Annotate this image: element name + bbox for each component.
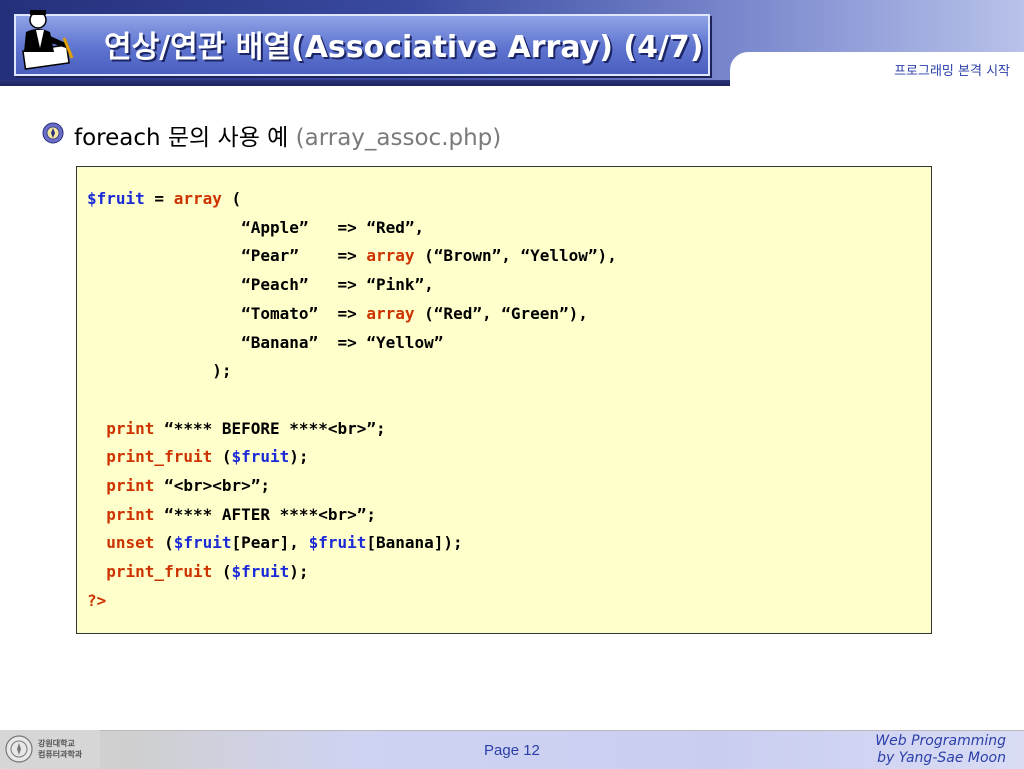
code-keyword: array bbox=[366, 303, 415, 323]
code-text: “Banana” => “Yellow” bbox=[87, 332, 444, 352]
credit-line1: Web Programming bbox=[875, 733, 1006, 749]
code-text: ( bbox=[212, 447, 232, 467]
code-keyword: array bbox=[173, 189, 222, 208]
university-seal-icon bbox=[42, 122, 64, 144]
code-keyword: print bbox=[106, 476, 155, 496]
code-keyword: print_fruit bbox=[106, 447, 213, 467]
code-line: “Apple” => “Red”, bbox=[87, 214, 617, 243]
code-variable: $fruit bbox=[231, 562, 290, 582]
page-title: 연상/연관 배열(Associative Array) (4/7) bbox=[104, 30, 704, 65]
code-text: “Apple” => “Red”, bbox=[87, 217, 425, 237]
header-subtitle: 프로그래밍 본격 시작 bbox=[894, 64, 1010, 79]
code-line: print_fruit ($fruit); bbox=[87, 558, 617, 587]
university-seal-icon bbox=[5, 735, 33, 763]
code-text: [Pear], bbox=[231, 533, 309, 553]
code-keyword: array bbox=[366, 246, 415, 266]
code-keyword: unset bbox=[106, 533, 155, 553]
department-label: 강원대학교 컴퓨터과학과 bbox=[38, 738, 82, 760]
code-keyword: print bbox=[106, 418, 155, 438]
department-line1: 강원대학교 bbox=[38, 739, 75, 748]
credit-line2: by Yang-Sae Moon bbox=[877, 750, 1006, 766]
code-text: ); bbox=[87, 361, 232, 381]
code-line: ?> bbox=[87, 587, 617, 616]
code-line: “Banana” => “Yellow” bbox=[87, 329, 617, 358]
code-variable: $fruit bbox=[231, 447, 290, 467]
code-line: “Peach” => “Pink”, bbox=[87, 271, 617, 300]
code-line: print_fruit ($fruit); bbox=[87, 443, 617, 472]
code-text: “<br><br>”; bbox=[154, 476, 271, 496]
code-text: ( bbox=[212, 562, 232, 582]
code-line: print “**** AFTER ****<br>”; bbox=[87, 501, 617, 530]
section-heading: foreach 문의 사용 예 (array_assoc.php) bbox=[74, 118, 501, 152]
code-text: “**** BEFORE ****<br>”; bbox=[154, 418, 386, 438]
code-block: $fruit = array ( “Apple” => “Red”, “Pear… bbox=[87, 185, 617, 616]
code-line: “Pear” => array (“Brown”, “Yellow”), bbox=[87, 242, 617, 271]
heading-filename: (array_assoc.php) bbox=[295, 125, 502, 151]
code-variable: $fruit bbox=[87, 189, 145, 208]
code-text: ( bbox=[221, 189, 242, 208]
code-line: “Tomato” => array (“Red”, “Green”), bbox=[87, 300, 617, 329]
code-line: unset ($fruit[Pear], $fruit[Banana]); bbox=[87, 529, 617, 558]
code-text: ); bbox=[289, 562, 309, 582]
code-variable: $fruit bbox=[173, 533, 232, 553]
code-line: $fruit = array ( bbox=[87, 185, 617, 214]
code-text: (“Red”, “Green”), bbox=[414, 303, 588, 323]
heading-text: foreach 문의 사용 예 bbox=[74, 125, 289, 151]
code-line: ); bbox=[87, 357, 617, 386]
code-text: “Peach” => “Pink”, bbox=[87, 275, 434, 295]
code-variable: $fruit bbox=[308, 533, 367, 553]
code-text: ); bbox=[289, 447, 309, 467]
code-keyword: print_fruit bbox=[106, 562, 213, 582]
page-number: Page 12 bbox=[484, 742, 540, 759]
code-keyword: ?> bbox=[87, 590, 107, 610]
person-writing-icon bbox=[18, 8, 78, 70]
code-text: “**** AFTER ****<br>”; bbox=[154, 504, 376, 524]
code-text: (“Brown”, “Yellow”), bbox=[414, 246, 617, 266]
code-keyword: print bbox=[106, 504, 155, 524]
code-line: print “**** BEFORE ****<br>”; bbox=[87, 415, 617, 444]
department-line2: 컴퓨터과학과 bbox=[38, 750, 83, 759]
code-text: ( bbox=[154, 533, 174, 553]
credit: Web Programming by Yang-Sae Moon bbox=[875, 733, 1006, 767]
code-text: [Banana]); bbox=[366, 533, 463, 553]
code-text: “Pear” => bbox=[87, 246, 367, 266]
code-text: “Tomato” => bbox=[87, 303, 367, 323]
code-line: print “<br><br>”; bbox=[87, 472, 617, 501]
code-text: = bbox=[144, 189, 174, 208]
